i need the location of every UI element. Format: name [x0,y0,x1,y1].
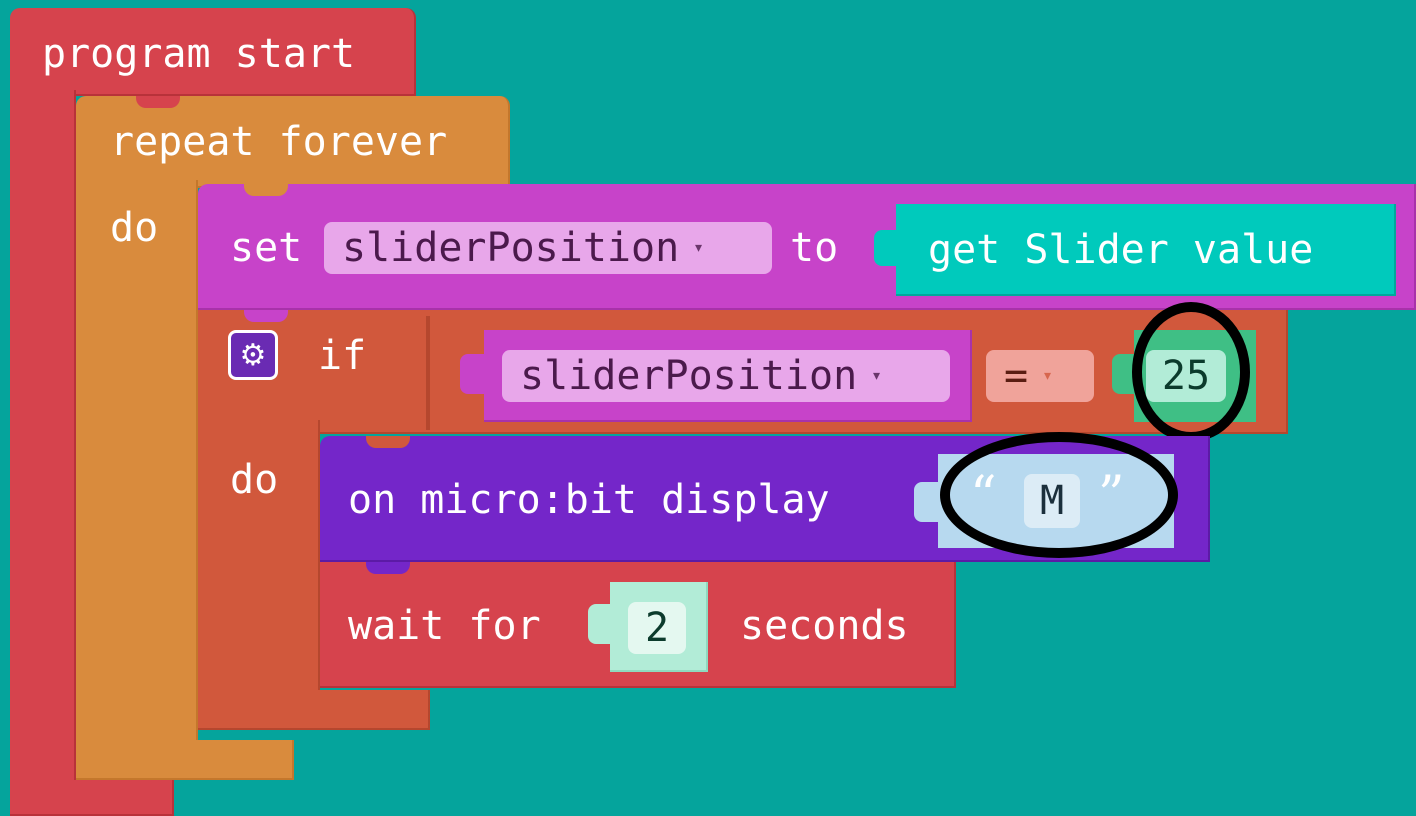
gear-icon[interactable]: ⚙ [228,330,278,380]
compare-variable-dropdown[interactable]: sliderPosition ▾ [502,350,950,402]
set-variable-name: sliderPosition [342,225,680,271]
dropdown-arrow-icon: ▾ [1042,365,1053,386]
repeat-notch [136,96,180,108]
get-slider-socket-tab [874,230,896,266]
repeat-forever-foot [76,740,294,780]
wait-label: wait for [348,603,541,649]
repeat-forever-body [76,180,198,760]
dropdown-arrow-icon: ▾ [693,237,704,258]
set-variable-dropdown[interactable]: sliderPosition ▾ [324,222,772,274]
number-socket-tab [1112,354,1134,394]
repeat-do-label: do [110,205,159,251]
gear-glyph: ⚙ [239,337,267,373]
compare-variable-name: sliderPosition [520,353,858,399]
program-start-foot [10,780,174,816]
program-start-body [10,90,76,816]
wait-notch [366,562,410,574]
wait-value-2: 2 [644,605,670,651]
compare-left-tab [460,354,484,394]
wait-value-field[interactable]: 2 [628,602,686,654]
operator-symbol: = [1004,353,1029,399]
display-label: on micro:bit display [348,477,830,523]
seconds-label: seconds [740,603,909,649]
highlight-ring-text [940,432,1178,558]
if-do-label: do [230,457,279,503]
dropdown-arrow-icon: ▾ [871,365,882,386]
if-label: if [318,333,367,379]
if-divider [426,316,430,430]
highlight-ring-number [1132,302,1250,442]
operator-dropdown[interactable]: = ▾ [986,350,1094,402]
display-notch [366,436,410,448]
set-notch [244,184,288,196]
to-label: to [790,225,839,271]
program-start-label: program start [42,31,356,77]
repeat-forever-label: repeat forever [110,119,448,165]
if-block-foot [198,690,430,730]
if-notch [244,310,288,322]
wait-number-socket-tab [588,604,610,644]
get-slider-value-label: get Slider value [928,227,1314,273]
set-label: set [230,225,303,271]
text-socket-tab [914,482,938,522]
